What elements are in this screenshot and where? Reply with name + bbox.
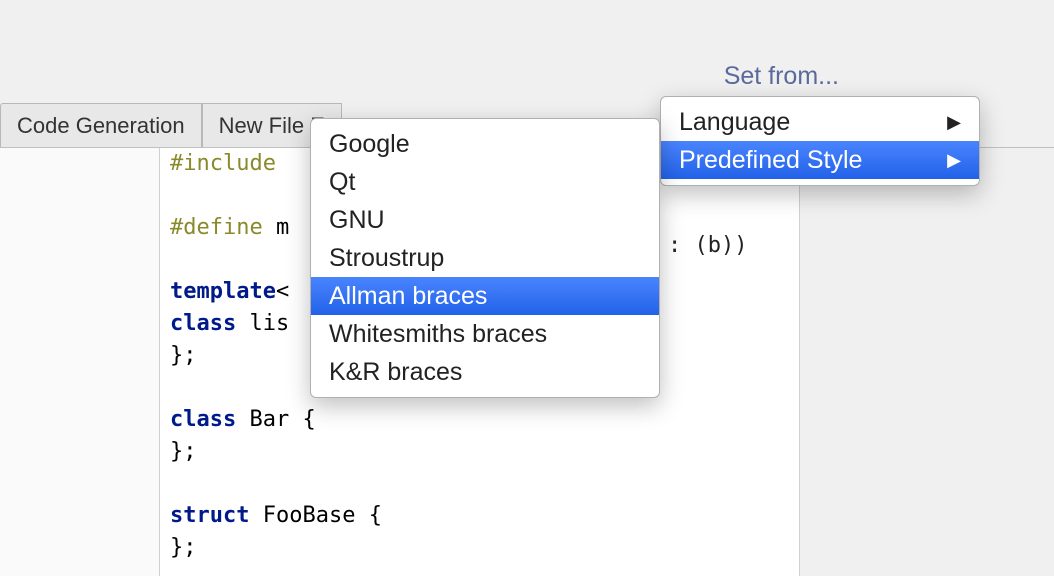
class-keyword: class (170, 311, 236, 336)
code-gutter (0, 148, 160, 576)
style-item-kr[interactable]: K&R braces (311, 353, 659, 391)
style-item-google[interactable]: Google (311, 125, 659, 163)
template-keyword: template (170, 279, 276, 304)
set-from-menu: Language ▶ Predefined Style ▶ (660, 96, 980, 186)
style-item-gnu[interactable]: GNU (311, 201, 659, 239)
predefined-style-submenu: Google Qt GNU Stroustrup Allman braces W… (310, 118, 660, 398)
menu-label-predefined: Predefined Style (679, 146, 862, 175)
chevron-right-icon: ▶ (947, 112, 961, 133)
struct-keyword: struct (170, 503, 249, 528)
code-fragment-right: : (b)) (668, 233, 747, 258)
define-directive: #define (170, 215, 276, 240)
tab-code-generation[interactable]: Code Generation (0, 103, 202, 147)
chevron-right-icon: ▶ (947, 150, 961, 171)
menu-item-predefined-style[interactable]: Predefined Style ▶ (661, 141, 979, 179)
set-from-link[interactable]: Set from... (724, 62, 839, 91)
include-directive: #include (170, 151, 289, 176)
style-item-qt[interactable]: Qt (311, 163, 659, 201)
menu-label-language: Language (679, 108, 790, 137)
style-item-whitesmiths[interactable]: Whitesmiths braces (311, 315, 659, 353)
class-keyword-2: class (170, 407, 236, 432)
style-item-stroustrup[interactable]: Stroustrup (311, 239, 659, 277)
style-item-allman[interactable]: Allman braces (311, 277, 659, 315)
menu-item-language[interactable]: Language ▶ (661, 103, 979, 141)
